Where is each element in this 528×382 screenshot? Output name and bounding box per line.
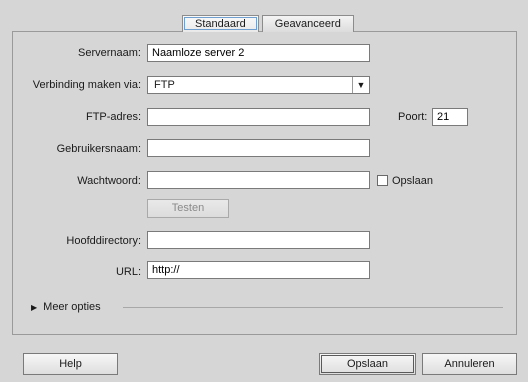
save-button[interactable]: Opslaan [319, 353, 416, 375]
root-directory-label: Hoofddirectory: [66, 235, 141, 247]
connect-via-select[interactable]: FTP ▼ [147, 76, 370, 94]
ftp-address-input[interactable] [147, 108, 370, 126]
cancel-button[interactable]: Annuleren [422, 353, 517, 375]
url-label: URL: [115, 266, 141, 278]
connect-via-label: Verbinding maken via: [32, 79, 141, 91]
ftp-address-label: FTP-adres: [85, 111, 141, 123]
triangle-right-icon: ▶ [31, 302, 38, 312]
tab-bar: Standaard Geavanceerd [182, 15, 354, 32]
port-label: Poort: [398, 111, 428, 123]
chevron-down-icon[interactable]: ▼ [352, 77, 369, 93]
server-name-input[interactable] [147, 44, 370, 62]
port-input[interactable] [432, 108, 468, 126]
username-label: Gebruikersnaam: [56, 143, 141, 155]
tab-standaard[interactable]: Standaard [182, 15, 259, 32]
server-name-label: Servernaam: [78, 47, 141, 59]
help-button[interactable]: Help [23, 353, 118, 375]
more-options-toggle[interactable]: ▶ Meer opties [31, 301, 101, 313]
more-options-label: Meer opties [43, 301, 101, 313]
connect-via-value: FTP [154, 79, 175, 91]
tab-geavanceerd[interactable]: Geavanceerd [261, 15, 354, 32]
url-input[interactable] [147, 261, 370, 279]
root-directory-input[interactable] [147, 231, 370, 249]
divider [123, 307, 503, 308]
username-input[interactable] [147, 139, 370, 157]
save-password-checkbox[interactable] [377, 175, 388, 186]
password-label: Wachtwoord: [77, 175, 141, 187]
save-password-label: Opslaan [392, 175, 433, 187]
password-input[interactable] [147, 171, 370, 189]
test-button[interactable]: Testen [147, 199, 229, 218]
